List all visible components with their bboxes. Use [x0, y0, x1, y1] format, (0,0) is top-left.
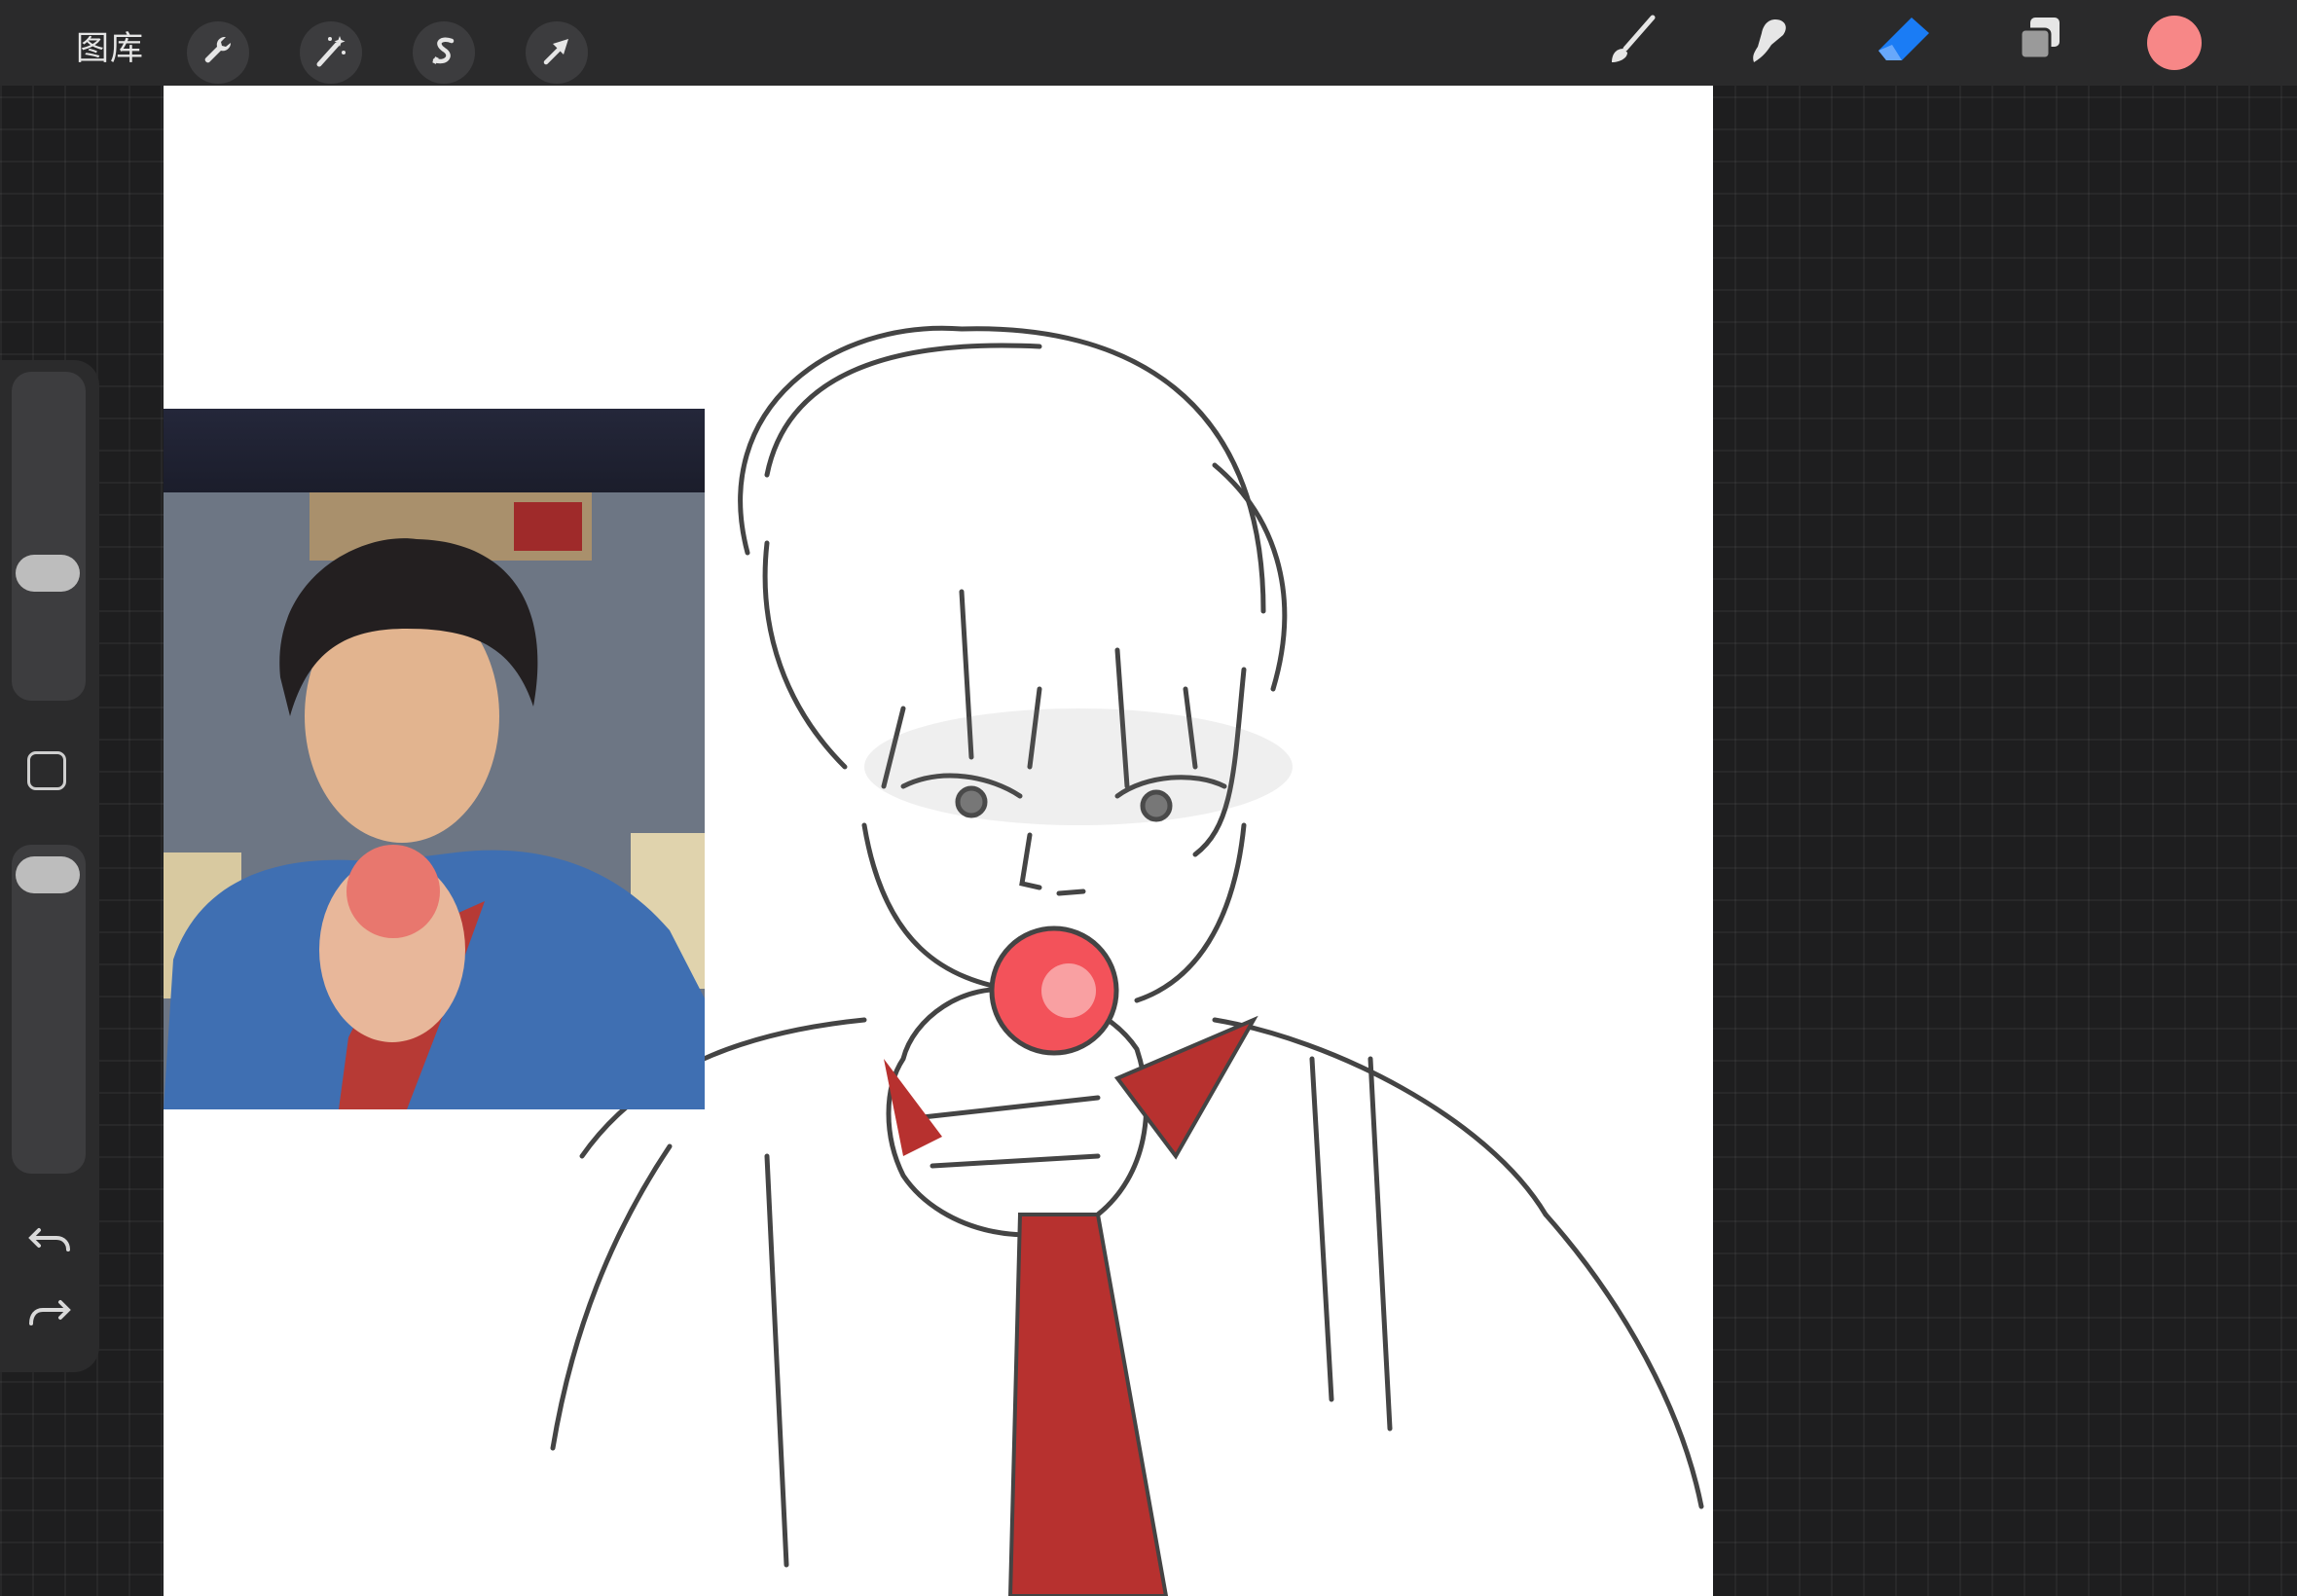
eraser-tool-button[interactable] — [1873, 16, 1935, 70]
brush-icon — [1602, 14, 1660, 72]
reference-photo-window[interactable] — [164, 409, 705, 1109]
opacity-slider[interactable] — [12, 845, 86, 1174]
undo-arrow-icon — [25, 1228, 74, 1265]
actions-button[interactable] — [187, 21, 249, 84]
magic-wand-icon — [311, 31, 350, 74]
brush-size-thumb[interactable] — [16, 555, 80, 592]
paint-tool-button[interactable] — [1600, 14, 1662, 72]
undo-button[interactable] — [25, 1213, 74, 1261]
opacity-thumb[interactable] — [16, 856, 80, 893]
gallery-button[interactable]: 图库 — [76, 21, 144, 69]
selection-button[interactable] — [413, 21, 475, 84]
left-sidebar — [0, 360, 99, 1372]
layers-icon — [2013, 14, 2067, 72]
smudge-icon — [1738, 14, 1797, 72]
transform-button[interactable] — [526, 21, 588, 84]
wrench-icon — [199, 31, 237, 74]
redo-arrow-icon — [25, 1300, 74, 1347]
smudge-tool-button[interactable] — [1736, 16, 1799, 70]
redo-button[interactable] — [25, 1294, 74, 1343]
eraser-icon — [1873, 14, 1935, 72]
drawing-canvas[interactable] — [164, 86, 1713, 1596]
top-toolbar: 图库 — [0, 0, 2297, 86]
color-picker-button[interactable] — [2147, 16, 2202, 70]
layers-button[interactable] — [2009, 16, 2071, 70]
brush-size-slider[interactable] — [12, 372, 86, 701]
modify-button[interactable] — [27, 751, 66, 790]
selection-s-icon — [424, 31, 463, 74]
transform-arrow-icon — [537, 31, 576, 74]
adjustments-button[interactable] — [300, 21, 362, 84]
reference-window-header[interactable] — [164, 409, 705, 492]
reference-photo — [164, 492, 705, 1109]
